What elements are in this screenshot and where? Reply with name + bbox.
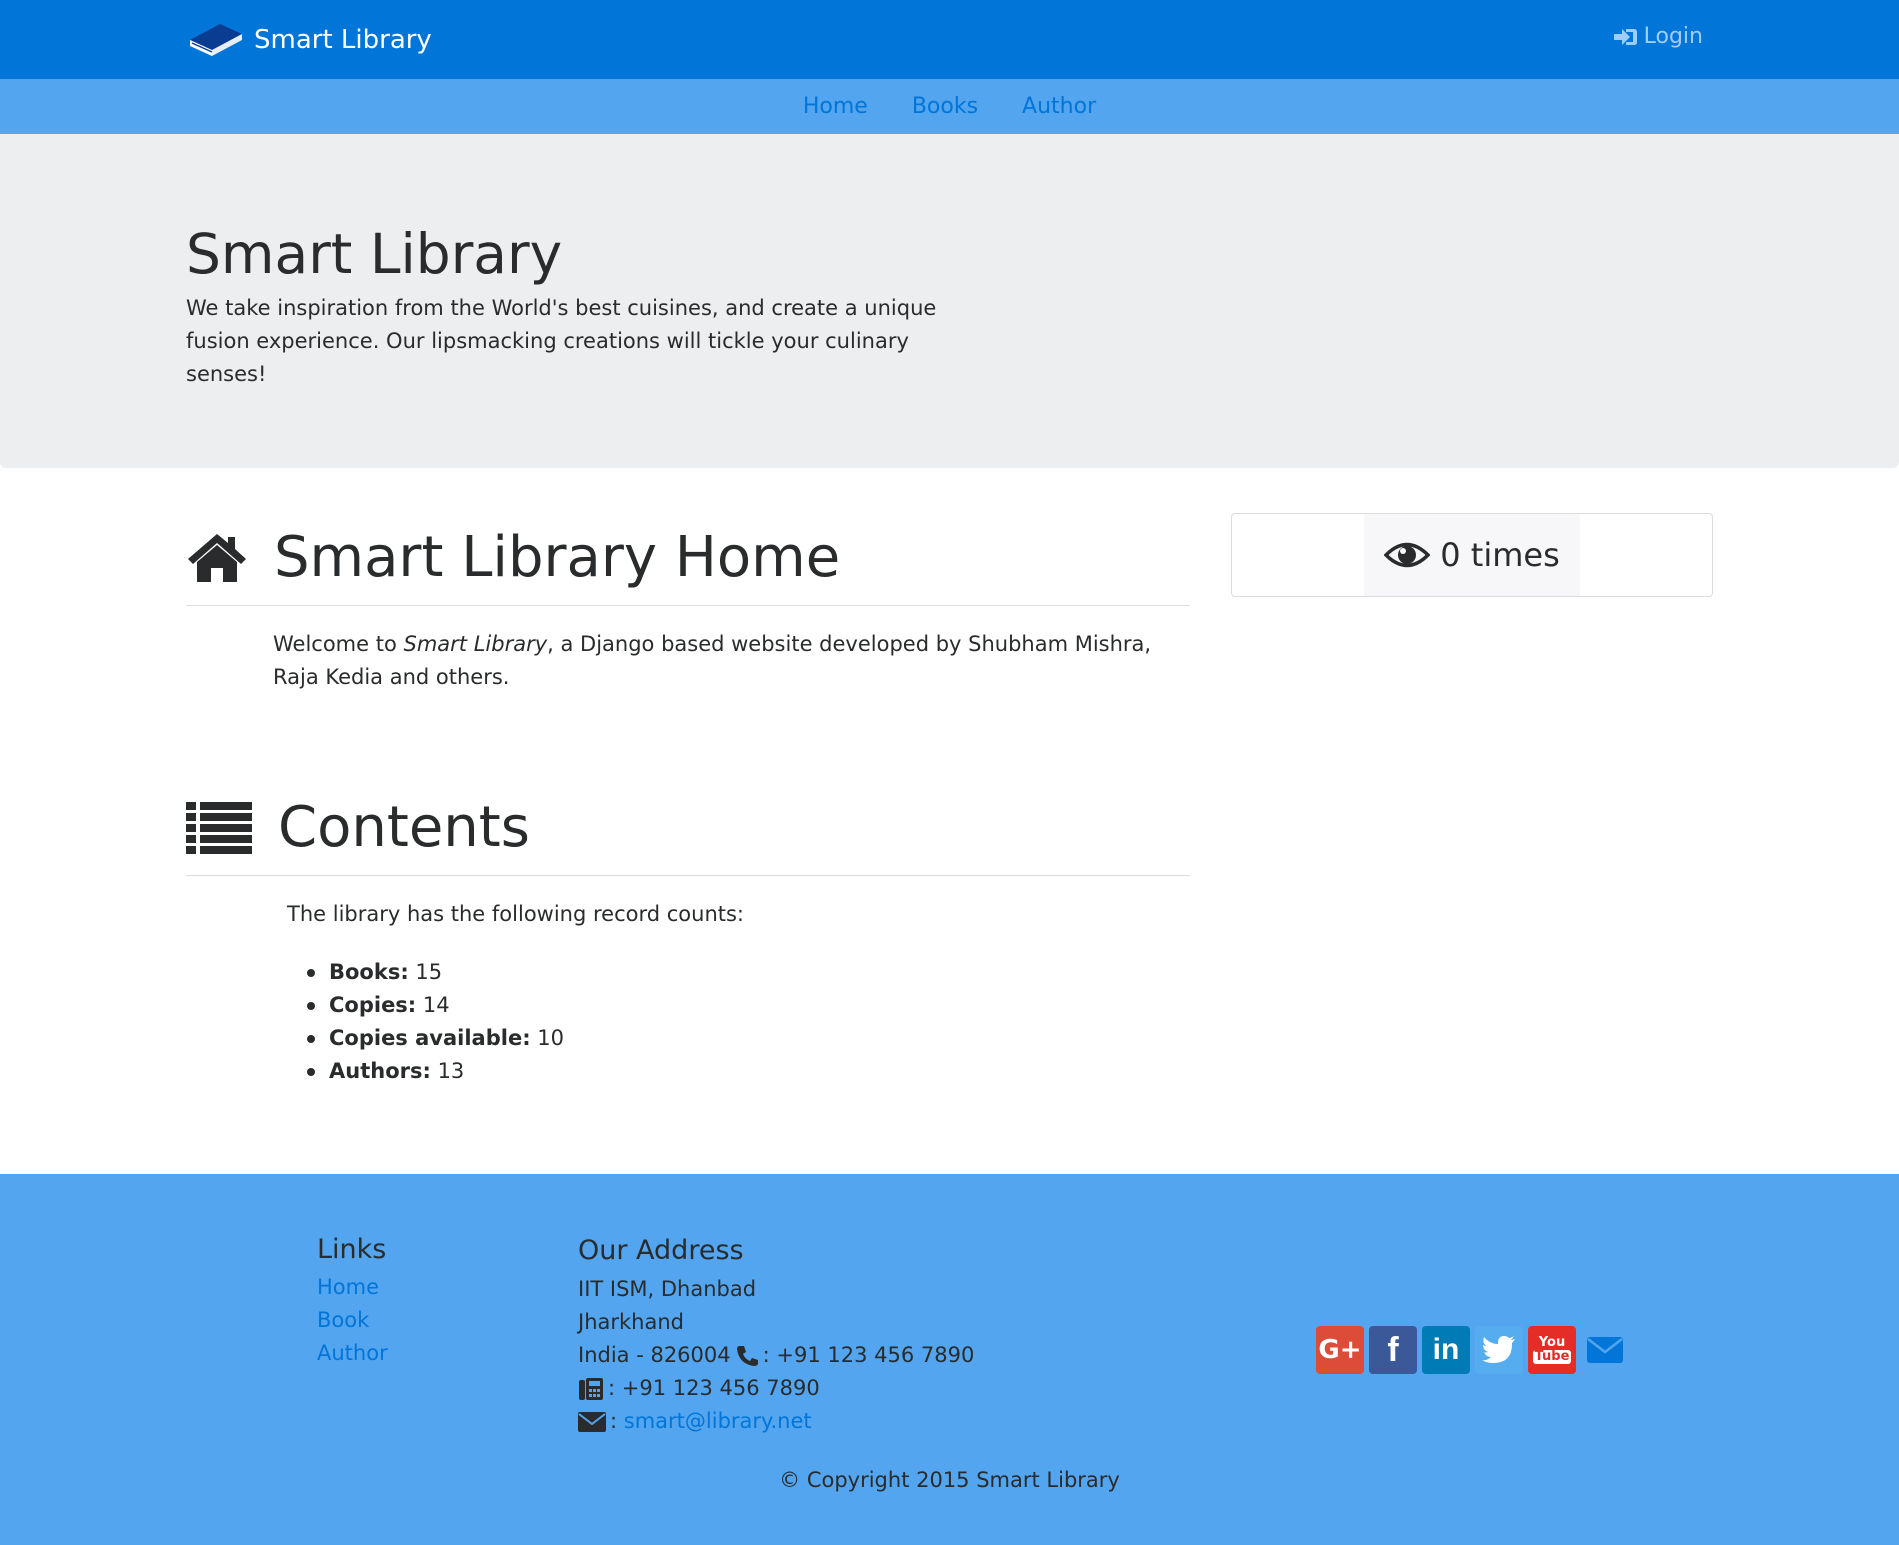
eye-icon [1384, 542, 1431, 568]
footer-links-title: Links [317, 1234, 387, 1265]
google-plus-icon[interactable]: G+ [1316, 1326, 1364, 1374]
footer: Links Home Book Author Our Address IIT I… [0, 1174, 1899, 1545]
home-section-header: Smart Library Home [186, 510, 1190, 606]
address-postal: India - 826004 [578, 1343, 731, 1367]
list-item: Copies: 14 [306, 989, 564, 1022]
email-prefix: : [610, 1409, 618, 1433]
list-item: Books: 15 [306, 956, 564, 989]
footer-link-book[interactable]: Book [317, 1304, 388, 1337]
fax-row: : +91 123 456 7890 [578, 1372, 974, 1405]
home-icon [188, 533, 246, 582]
nav-author-link[interactable]: Author [1022, 94, 1096, 119]
record-value: 10 [537, 1026, 565, 1050]
copyright-text: © Copyright 2015 Smart Library [779, 1468, 1120, 1492]
login-link[interactable]: Login [1612, 24, 1703, 49]
list-icon [186, 801, 252, 854]
fax-icon [579, 1377, 603, 1400]
record-value: 13 [437, 1059, 465, 1083]
twitter-icon[interactable] [1475, 1326, 1523, 1374]
phone-icon [736, 1345, 758, 1366]
envelope-icon [578, 1411, 606, 1432]
welcome-text: Welcome to Smart Library, a Django based… [273, 628, 1198, 694]
jumbotron-text: We take inspiration from the World's bes… [186, 296, 937, 386]
footer-link-author[interactable]: Author [317, 1337, 388, 1370]
list-item: Copies available: 10 [306, 1022, 565, 1055]
footer-address: Our Address IIT ISM, Dhanbad Jharkhand I… [578, 1234, 974, 1438]
footer-link-home[interactable]: Home [317, 1271, 388, 1304]
footer-links: Links Home Book Author [317, 1234, 388, 1370]
mail-social-icon[interactable] [1581, 1326, 1629, 1374]
nav-home-link[interactable]: Home [803, 94, 868, 119]
sign-in-icon [1613, 28, 1637, 45]
footer-address-title: Our Address [578, 1235, 744, 1266]
contents-section-header: Contents [186, 780, 1190, 876]
view-count-text: 0 times [1440, 536, 1560, 574]
welcome-prefix: Welcome to [273, 632, 404, 656]
jumbotron: Smart Library We take inspiration from t… [0, 134, 1899, 468]
fax-number: : +91 123 456 7890 [608, 1376, 820, 1400]
login-label: Login [1643, 24, 1703, 49]
home-heading: Smart Library Home [274, 525, 841, 590]
welcome-site-name: Smart Library [403, 632, 548, 656]
record-label: Authors: [329, 1059, 431, 1083]
top-navbar: Smart Library Login [0, 0, 1899, 79]
email-link[interactable]: smart@library.net [624, 1405, 812, 1438]
facebook-icon[interactable]: f [1369, 1326, 1417, 1374]
address-line-1: IIT ISM, Dhanbad [578, 1277, 757, 1301]
record-counts-intro: The library has the following record cou… [287, 902, 745, 926]
record-counts-list: Books: 15 Copies: 14 Copies available: 1… [306, 956, 565, 1088]
youtube-icon[interactable]: You Tube [1528, 1326, 1576, 1374]
address-line-3: India - 826004 : +91 123 456 7890 [578, 1339, 974, 1372]
contents-heading: Contents [278, 795, 530, 860]
record-value: 14 [422, 993, 450, 1017]
nav-books-link[interactable]: Books [912, 94, 978, 119]
brand-text: Smart Library [254, 25, 432, 55]
jumbotron-title: Smart Library [186, 222, 563, 286]
email-row: : smart@library.net [578, 1405, 974, 1438]
list-item: Authors: 13 [306, 1055, 564, 1088]
social-links: G+ f in You Tube [1316, 1326, 1634, 1374]
record-label: Copies available: [329, 1026, 531, 1050]
record-value: 15 [415, 960, 443, 984]
record-label: Copies: [329, 993, 417, 1017]
record-label: Books: [329, 960, 409, 984]
brand-link[interactable]: Smart Library [186, 20, 432, 60]
linkedin-icon[interactable]: in [1422, 1326, 1470, 1374]
phone-number: : +91 123 456 7890 [762, 1343, 975, 1367]
book-logo-icon [190, 24, 242, 56]
address-line-2: Jharkhand [578, 1310, 684, 1334]
view-counter-card: 0 times [1231, 513, 1713, 597]
sub-navbar: Home Books Author [0, 79, 1899, 134]
view-counter: 0 times [1364, 514, 1580, 596]
